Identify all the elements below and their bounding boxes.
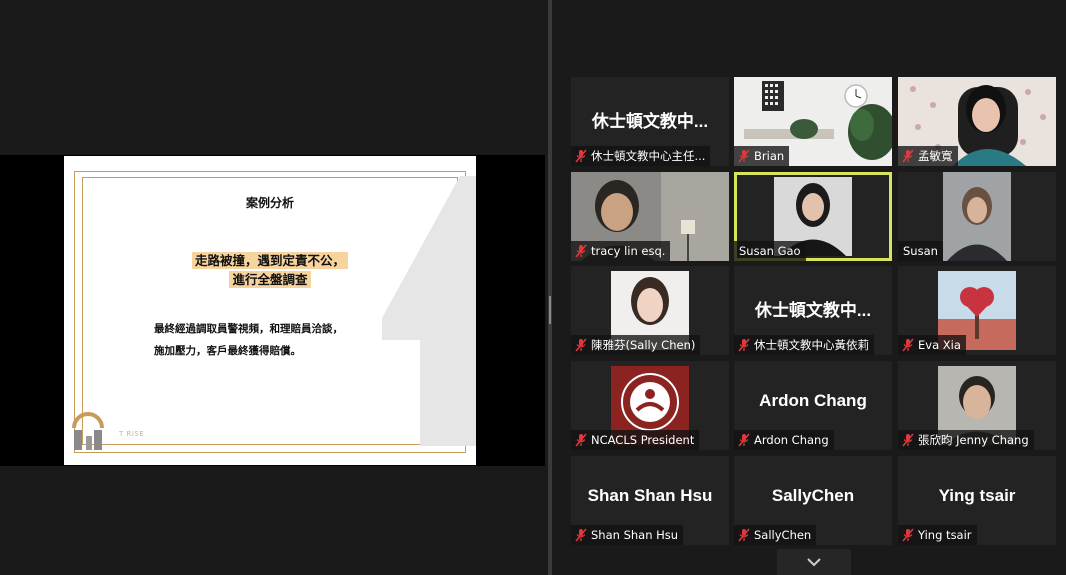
logo-text: T RISE: [119, 430, 145, 438]
participant-display-name: 休士頓文教中...: [754, 301, 872, 320]
participant-label: Susan: [898, 241, 943, 261]
muted-mic-icon: [738, 338, 750, 352]
gallery-scroll-down-button[interactable]: [777, 549, 851, 575]
shared-screen-area: 案例分析 走路被撞，遇到定責不公， 進行全盤調查 最終經過調取員警視頻，和理賠員…: [0, 0, 548, 575]
slide-title: 案例分析: [245, 196, 294, 210]
participant-label: Ying tsair: [898, 525, 977, 545]
muted-mic-icon: [738, 528, 750, 542]
muted-mic-icon: [738, 149, 750, 163]
participant-label: 張欣昀 Jenny Chang: [898, 430, 1034, 450]
participant-label: 孟敏寬: [898, 146, 958, 166]
slide-highlight-line-2: 進行全盤調查: [64, 269, 476, 288]
participant-display-name: 休士頓文教中...: [591, 112, 709, 131]
company-logo-icon: [72, 412, 104, 450]
muted-mic-icon: [575, 528, 587, 542]
participant-video: [943, 172, 1011, 261]
presentation-slide: 案例分析 走路被撞，遇到定責不公， 進行全盤調查 最終經過調取員警視頻，和理賠員…: [64, 156, 476, 465]
muted-mic-icon: [902, 149, 914, 163]
participant-tile[interactable]: NCACLS President: [571, 361, 729, 450]
muted-mic-icon: [902, 433, 914, 447]
participant-tile[interactable]: Ardon Chang Ardon Chang: [734, 361, 892, 450]
participant-label: Ardon Chang: [734, 430, 834, 450]
muted-mic-icon: [738, 433, 750, 447]
muted-mic-icon: [575, 433, 587, 447]
muted-mic-icon: [575, 244, 587, 258]
participant-display-name: Shan Shan Hsu: [587, 486, 713, 505]
slide-body-line-1: 最終經過調取員警視頻，和理賠員洽談，: [154, 323, 343, 335]
participant-label: tracy lin esq.: [571, 241, 671, 261]
slide-highlight-line-1: 走路被撞，遇到定責不公，: [64, 250, 476, 269]
participant-label: 休士頓文教中心黃依莉: [734, 335, 874, 355]
divider-drag-handle[interactable]: [549, 296, 551, 324]
participant-tile[interactable]: tracy lin esq.: [571, 172, 729, 261]
participant-label: Eva Xia: [898, 335, 966, 355]
participant-label: NCACLS President: [571, 430, 700, 450]
slide-arrow-graphic: [382, 176, 476, 446]
participant-tile[interactable]: 休士頓文教中... 休士頓文教中心黃依莉: [734, 266, 892, 355]
participant-label: 陳雅芬(Sally Chen): [571, 335, 701, 355]
participant-display-name: Ying tsair: [938, 486, 1016, 505]
muted-mic-icon: [575, 149, 587, 163]
participant-tile[interactable]: 陳雅芬(Sally Chen): [571, 266, 729, 355]
muted-mic-icon: [902, 528, 914, 542]
participant-display-name: SallyChen: [771, 486, 855, 505]
participant-tile[interactable]: Susan: [898, 172, 1056, 261]
muted-mic-icon: [575, 338, 587, 352]
participant-tile[interactable]: Ying tsair Ying tsair: [898, 456, 1056, 545]
chevron-down-icon: [807, 558, 821, 567]
participant-tile[interactable]: 休士頓文教中... 休士頓文教中心主任...: [571, 77, 729, 166]
participant-tile[interactable]: Brian: [734, 77, 892, 166]
participant-label: 休士頓文教中心主任...: [571, 146, 711, 166]
participant-tile[interactable]: SallyChen SallyChen: [734, 456, 892, 545]
participant-label: SallyChen: [734, 525, 817, 545]
participant-display-name: Ardon Chang: [759, 391, 867, 410]
participant-tile[interactable]: Shan Shan Hsu Shan Shan Hsu: [571, 456, 729, 545]
participant-tile[interactable]: 孟敏寬: [898, 77, 1056, 166]
participant-label: Shan Shan Hsu: [571, 525, 684, 545]
participant-tile-active-speaker[interactable]: Susan Gao: [734, 172, 892, 261]
participant-label: Susan Gao: [734, 241, 806, 261]
participant-tile[interactable]: Eva Xia: [898, 266, 1056, 355]
slide-body-line-2: 施加壓力，客戶最終獲得賠償。: [154, 345, 301, 357]
muted-mic-icon: [902, 338, 914, 352]
participant-label: Brian: [734, 146, 790, 166]
participant-tile[interactable]: 張欣昀 Jenny Chang: [898, 361, 1056, 450]
